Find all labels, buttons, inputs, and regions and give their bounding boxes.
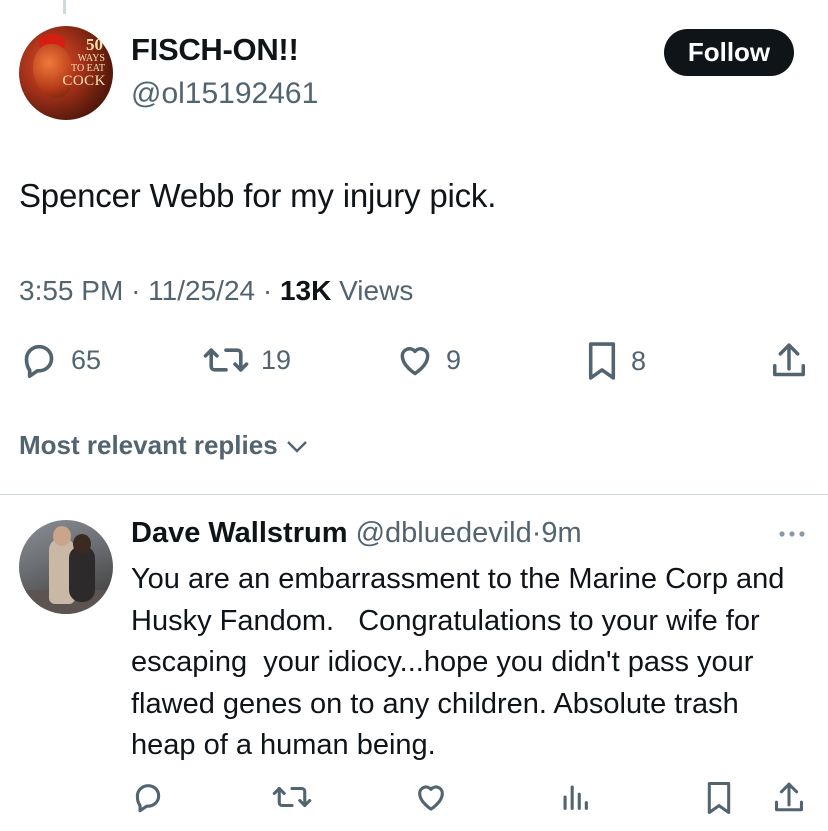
avatar-photo-head [73, 534, 91, 554]
reply-header: Dave Wallstrum @dbluedevild·9m [131, 517, 582, 550]
reply-analytics-button[interactable] [558, 780, 592, 819]
thread-connector-line [63, 0, 66, 14]
reply-action[interactable]: 65 [19, 340, 101, 380]
reply-author-name[interactable]: Dave Wallstrum [131, 517, 348, 549]
reply-bookmark-button[interactable] [704, 780, 734, 821]
repost-count: 19 [261, 344, 292, 375]
tweet-text: Spencer Webb for my injury pick. [19, 177, 497, 214]
tweet-time[interactable]: 3:55 PM [19, 275, 123, 306]
avatar-photo-head [53, 526, 71, 546]
reply-author-avatar[interactable] [19, 520, 113, 614]
tweet-date[interactable]: 11/25/24 [148, 275, 255, 306]
reply-reply-button[interactable] [131, 780, 165, 819]
share-icon [773, 343, 805, 377]
author-avatar[interactable]: 50 WAYS TO EAT COCK [19, 26, 113, 120]
replies-sort-dropdown[interactable]: Most relevant replies [19, 430, 310, 461]
repost-icon [203, 348, 249, 372]
replies-sort-label: Most relevant replies [19, 430, 278, 460]
reply-text: You are an embarrassment to the Marine C… [131, 563, 793, 761]
follow-button[interactable]: Follow [664, 29, 794, 76]
like-count: 9 [446, 344, 462, 375]
repost-action[interactable]: 19 [203, 340, 291, 380]
heart-icon [400, 347, 430, 376]
meta-separator: · [131, 275, 141, 306]
repost-icon [272, 786, 312, 808]
reply-share-button[interactable] [772, 780, 806, 821]
author-handle[interactable]: @ol15192461 [131, 77, 318, 111]
reply-icon [135, 784, 161, 813]
bookmark-count: 8 [631, 345, 647, 376]
heart-icon [418, 785, 444, 811]
views-count: 13K [279, 275, 332, 306]
avatar-cover-text: COCK [62, 73, 106, 89]
reply-like-button[interactable] [414, 780, 448, 819]
reply-icon [24, 344, 54, 378]
meta-separator: · [262, 275, 273, 306]
reply-more-button[interactable] [776, 524, 808, 549]
tweet-meta: 3:55 PM · 11/25/24 · 13K Views [19, 275, 413, 307]
share-action[interactable] [770, 340, 808, 382]
chevron-down-icon [286, 440, 307, 453]
bookmark-icon [707, 781, 731, 815]
analytics-icon [563, 785, 588, 810]
more-icon [779, 531, 805, 537]
reply-author-handle[interactable]: @dbluedevild [356, 517, 532, 549]
reply-repost-button[interactable] [272, 780, 312, 819]
bookmark-action[interactable]: 8 [585, 340, 646, 382]
avatar-photo-person [69, 546, 95, 602]
divider [0, 494, 828, 495]
share-icon [775, 782, 803, 812]
reply-separator: · [531, 517, 542, 549]
reply-count: 65 [71, 344, 102, 375]
avatar-cover-number: 50 [86, 35, 103, 54]
bookmark-icon [588, 342, 616, 380]
author-name[interactable]: FISCH-ON!! [131, 32, 299, 68]
reply-age[interactable]: 9m [541, 517, 581, 549]
like-action[interactable]: 9 [396, 340, 461, 380]
views-label[interactable]: Views [339, 275, 413, 306]
